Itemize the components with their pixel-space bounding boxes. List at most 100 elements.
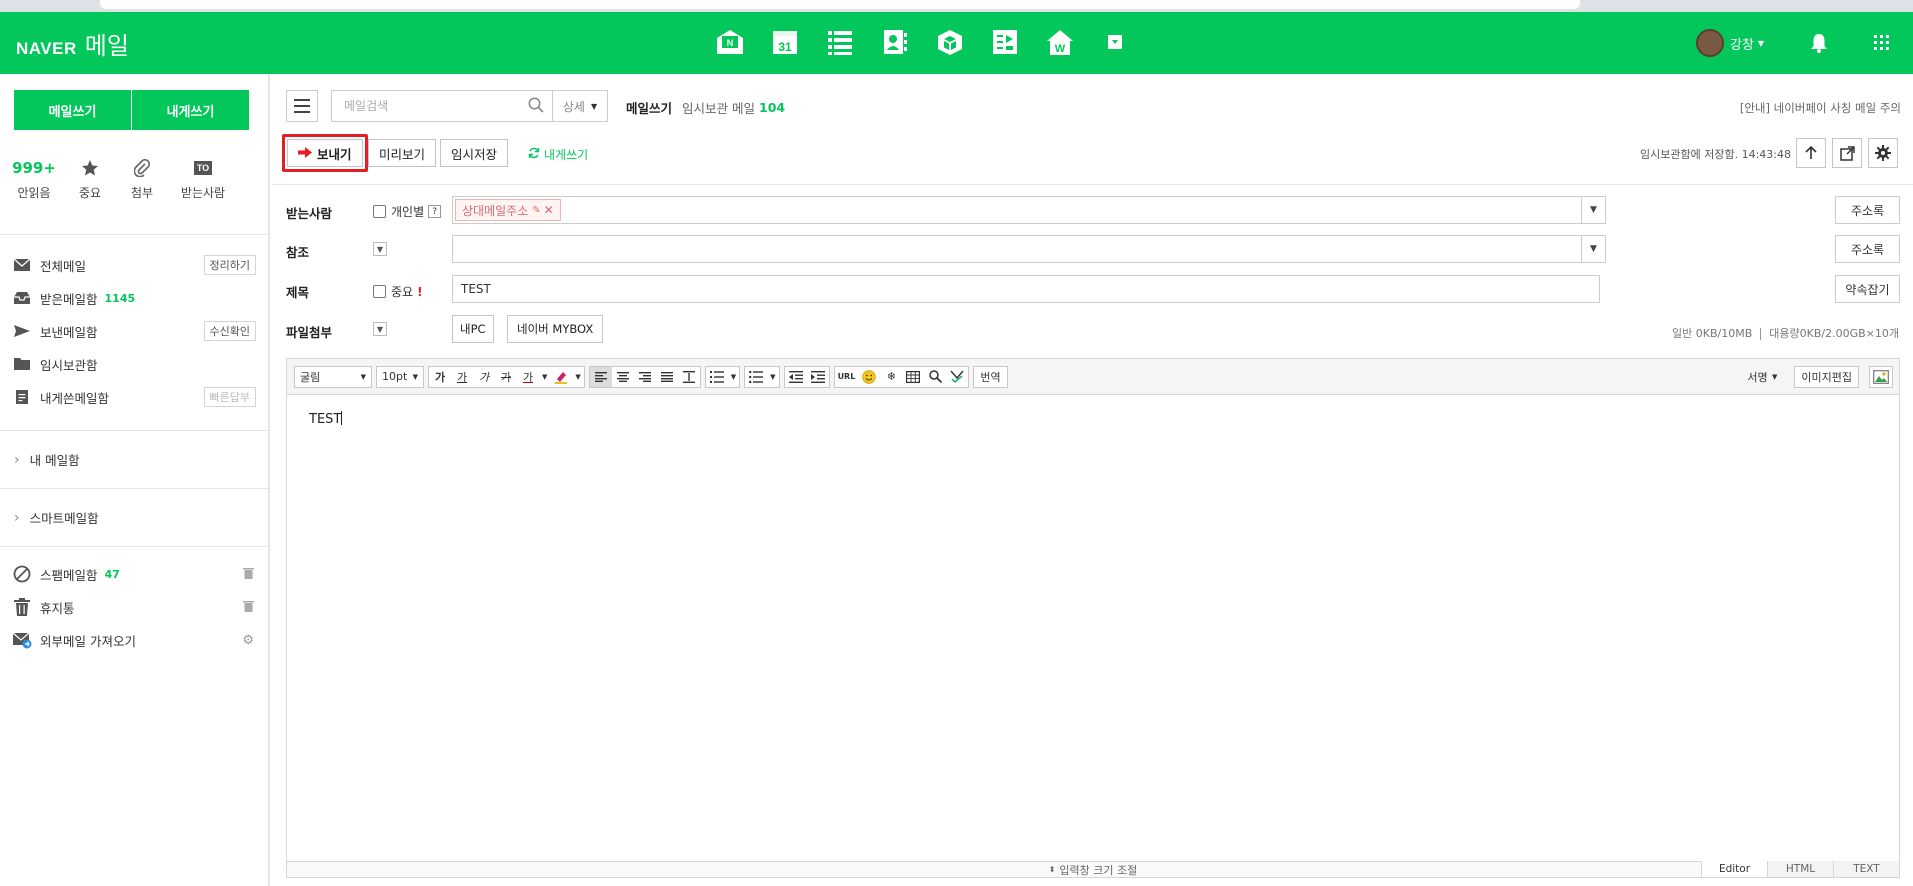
send-button[interactable]: 보내기 — [287, 139, 363, 167]
mybox-app-icon[interactable] — [930, 26, 970, 58]
quick-reply-button[interactable]: 빠른답부 — [203, 387, 256, 407]
settings-gear-icon[interactable] — [1868, 138, 1898, 168]
special-char-icon[interactable]: ❄ — [880, 367, 902, 387]
underline-button[interactable]: 가 — [451, 367, 473, 387]
preview-button[interactable]: 미리보기 — [368, 139, 437, 167]
contacts-app-icon[interactable] — [875, 26, 915, 58]
resize-handle[interactable]: ⬍ 입력창 크기 조절 — [287, 861, 1899, 877]
recipient-chip[interactable]: 상대메일주소 ✎ ✕ — [455, 199, 561, 221]
mailbox-sent[interactable]: 보낸메일함 수신확인 — [12, 318, 256, 344]
bold-button[interactable]: 가 — [429, 367, 451, 387]
search-icon[interactable] — [528, 97, 544, 116]
mailbox-inbox[interactable]: 받은메일함 1145 — [12, 285, 256, 311]
to-dropdown-icon[interactable]: ▼ — [1582, 196, 1606, 224]
mailbox-trash[interactable]: 휴지통 — [12, 594, 256, 620]
align-justify-icon[interactable] — [656, 367, 678, 387]
mail-app-icon[interactable]: N — [710, 26, 750, 58]
subject-input[interactable]: TEST — [452, 275, 1600, 303]
compose-button[interactable]: 메일쓰기 — [14, 90, 131, 130]
translate-button[interactable]: 번역 — [973, 365, 1008, 388]
remove-x-icon[interactable]: ✕ — [544, 203, 554, 217]
organize-button[interactable]: 정리하기 — [203, 255, 256, 275]
emoji-icon[interactable] — [858, 367, 880, 387]
keep-app-icon[interactable] — [985, 26, 1025, 58]
mailbox-drafts[interactable]: 임시보관함 — [12, 351, 256, 377]
address-bar[interactable] — [100, 0, 1580, 9]
bullet-list-icon[interactable] — [745, 367, 767, 387]
calendar-app-icon[interactable]: 31 — [765, 26, 805, 58]
bell-icon[interactable] — [1810, 26, 1828, 60]
image-edit-button[interactable]: 이미지편집 — [1794, 365, 1859, 388]
search-input[interactable] — [332, 99, 528, 113]
align-center-icon[interactable] — [612, 367, 634, 387]
gear-icon[interactable]: ⚙ — [242, 633, 254, 648]
user-menu[interactable]: 강창 ▼ — [1696, 26, 1764, 60]
attachment-filter[interactable]: 첨부 — [126, 156, 158, 201]
url-link-button[interactable]: URL — [835, 367, 859, 387]
caret-down-icon[interactable]: ▼ — [539, 367, 550, 387]
my-mailboxes-group[interactable]: › 내 메일함 — [14, 450, 80, 469]
attach-toggle-icon[interactable]: ▼ — [373, 322, 387, 336]
my-pc-button[interactable]: 내PC — [452, 315, 494, 343]
individual-checkbox[interactable] — [373, 205, 386, 218]
important-checkbox[interactable] — [373, 285, 386, 298]
search-detail-button[interactable]: 상세 ▼ — [552, 90, 608, 122]
more-apps-icon[interactable] — [1095, 26, 1135, 58]
notice-link[interactable]: [안내] 네이버페이 사칭 메일 주의 — [1740, 100, 1901, 116]
save-draft-button[interactable]: 임시저장 — [440, 139, 509, 167]
numbered-list-icon[interactable] — [706, 367, 728, 387]
grid-menu-icon[interactable] — [1874, 26, 1890, 60]
mailbox-self[interactable]: 내게쓴메일함 빠른답부 — [12, 384, 256, 410]
external-mail-import[interactable]: 외부메일 가져오기 ⚙ — [12, 627, 256, 653]
smart-mailboxes-group[interactable]: › 스마트메일함 — [14, 508, 99, 527]
cc-dropdown-icon[interactable]: ▼ — [1582, 235, 1606, 263]
recipient-filter[interactable]: TO 받는사람 — [178, 156, 228, 201]
font-select[interactable]: 굴림 ▼ — [294, 365, 372, 388]
arrow-up-icon[interactable] — [1796, 138, 1826, 168]
caret-down-icon[interactable]: ▼ — [767, 367, 778, 387]
font-size-select[interactable]: 10pt ▼ — [376, 365, 424, 388]
important-filter[interactable]: 중요 — [74, 156, 106, 201]
highlight-color-icon[interactable] — [550, 367, 572, 387]
mailbox-all[interactable]: 전체메일 정리하기 — [12, 252, 256, 278]
self-compose-button[interactable]: 내게쓰기 — [132, 90, 249, 130]
addressbook-button-to[interactable]: 주소록 — [1835, 196, 1900, 224]
naver-mail-logo[interactable]: NAVER 메일 — [16, 26, 129, 61]
tab-editor[interactable]: Editor — [1701, 861, 1767, 877]
strikethrough-button[interactable]: 가 — [495, 367, 517, 387]
indent-icon[interactable] — [807, 367, 829, 387]
tab-html[interactable]: HTML — [1767, 861, 1833, 877]
to-input[interactable]: 상대메일주소 ✎ ✕ — [452, 196, 1582, 224]
font-color-button[interactable]: 가 — [517, 367, 539, 387]
editor-body[interactable]: TEST — [309, 411, 343, 427]
unread-filter[interactable]: 999+ 안읽음 — [12, 156, 56, 201]
signature-select[interactable]: 서명 ▼ — [1742, 366, 1782, 388]
find-icon[interactable] — [924, 367, 946, 387]
line-height-icon[interactable] — [678, 367, 700, 387]
image-icon[interactable] — [1869, 365, 1893, 388]
trash-icon[interactable] — [243, 567, 254, 582]
send-to-self-link[interactable]: 내게쓰기 — [528, 146, 588, 163]
cc-input[interactable] — [452, 235, 1582, 263]
table-icon[interactable] — [902, 367, 924, 387]
mybox-button[interactable]: 네이버 MYBOX — [507, 315, 604, 343]
memo-list-app-icon[interactable] — [820, 26, 860, 58]
outdent-icon[interactable] — [785, 367, 807, 387]
help-icon[interactable]: ? — [428, 205, 442, 218]
draft-link[interactable]: 임시보관 메일 — [682, 98, 755, 117]
cc-toggle-icon[interactable]: ▼ — [373, 242, 387, 256]
read-receipt-button[interactable]: 수신확인 — [203, 321, 256, 341]
caret-down-icon[interactable]: ▼ — [728, 367, 739, 387]
spellcheck-icon[interactable] — [946, 367, 968, 387]
tab-text[interactable]: TEXT — [1833, 861, 1899, 877]
mailbox-spam[interactable]: 스팸메일함 47 — [12, 561, 256, 587]
align-right-icon[interactable] — [634, 367, 656, 387]
appointment-button[interactable]: 약속잡기 — [1835, 275, 1900, 303]
caret-down-icon[interactable]: ▼ — [572, 367, 583, 387]
addressbook-button-cc[interactable]: 주소록 — [1835, 235, 1900, 263]
hamburger-menu-icon[interactable] — [286, 90, 318, 122]
works-app-icon[interactable]: W — [1040, 26, 1080, 58]
empty-trash-icon[interactable] — [243, 600, 254, 615]
italic-button[interactable]: 가 — [473, 367, 495, 387]
edit-pencil-icon[interactable]: ✎ — [532, 205, 540, 216]
